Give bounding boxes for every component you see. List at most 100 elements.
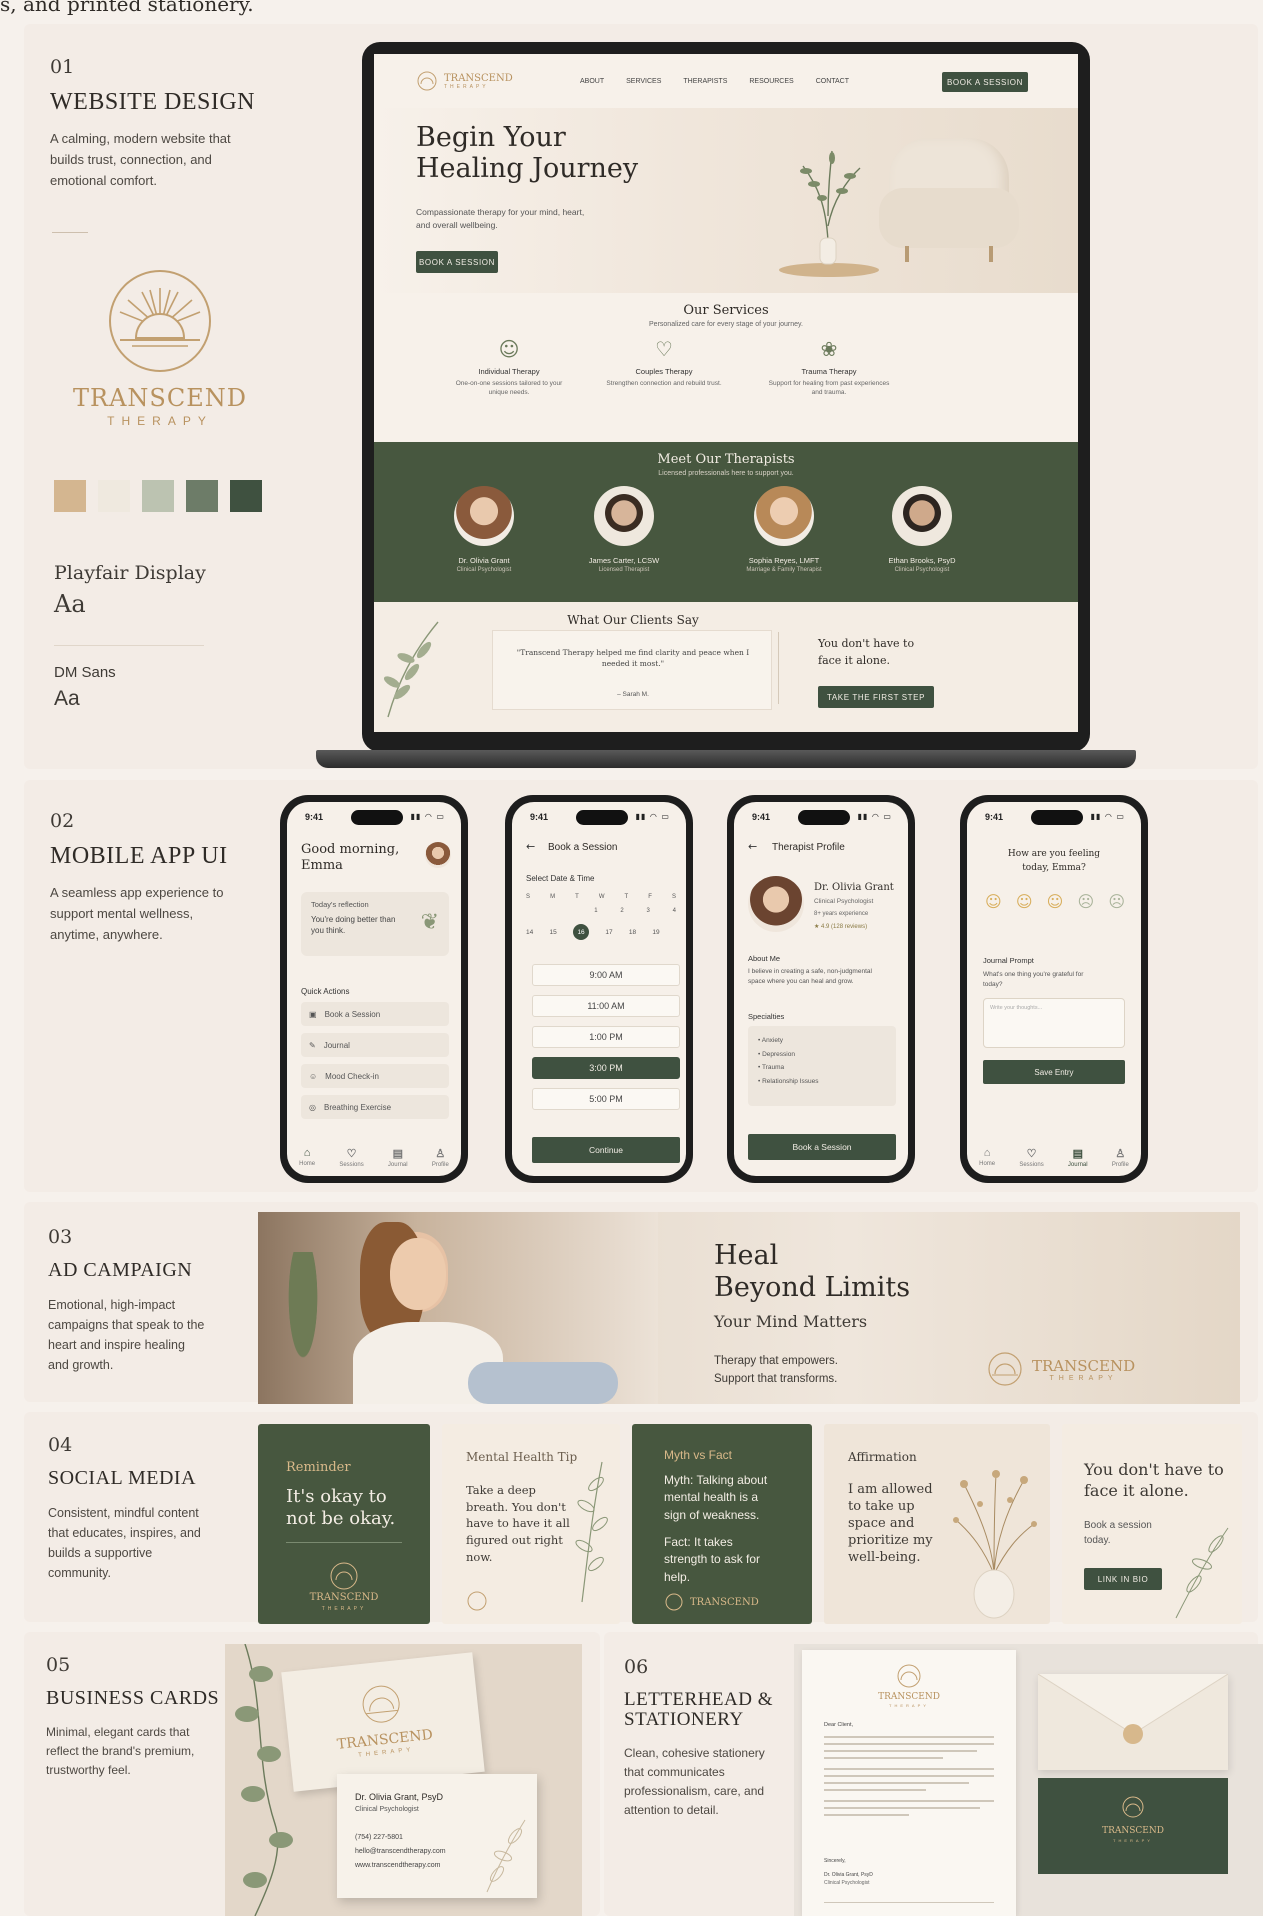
avatar[interactable] bbox=[425, 842, 451, 868]
therapist-card[interactable]: James Carter, LCSW Licensed Therapist bbox=[564, 486, 684, 573]
sun-logo-icon bbox=[330, 1562, 358, 1590]
letter-signoff: Sincerely, bbox=[824, 1858, 846, 1864]
section-number: 02 bbox=[50, 810, 75, 832]
nav-therapists[interactable]: THERAPISTS bbox=[683, 78, 727, 85]
date-cell[interactable]: 14 bbox=[526, 929, 533, 936]
home-icon: ⌂ bbox=[303, 1147, 311, 1159]
phone-journal: 9:41 ▮▮ ◠ ▭ How are you feeling today, E… bbox=[960, 795, 1148, 1183]
font-name: Playfair Display bbox=[54, 562, 206, 584]
post-text: Take a deep breath. You don't have to ha… bbox=[466, 1483, 570, 1564]
therapist-card[interactable]: Dr. Olivia Grant Clinical Psychologist bbox=[424, 486, 544, 573]
greeting-line-2: Emma bbox=[301, 857, 343, 873]
calendar-icon: ▣ bbox=[309, 1009, 317, 1019]
service-couples[interactable]: ♡ Couples Therapy Strengthen connection … bbox=[604, 337, 724, 388]
book-session-button[interactable]: Book a Session bbox=[748, 1134, 896, 1160]
nav-contact[interactable]: CONTACT bbox=[816, 78, 849, 85]
date-cell-selected[interactable]: 16 bbox=[573, 924, 590, 940]
time-slot[interactable]: 1:00 PM bbox=[532, 1026, 680, 1048]
link-in-bio-button[interactable]: LINK IN BIO bbox=[1084, 1568, 1162, 1590]
nav-home[interactable]: ⌂ Home bbox=[979, 1147, 995, 1168]
action-book-session[interactable]: ▣ Book a Session bbox=[301, 1002, 449, 1026]
mood-great-icon[interactable]: ☺ bbox=[985, 892, 1002, 911]
mood-low-icon[interactable]: ☹ bbox=[1077, 892, 1094, 911]
action-breathing[interactable]: ◎ Breathing Exercise bbox=[301, 1095, 449, 1119]
nav-label: Journal bbox=[387, 1162, 408, 1168]
bottom-nav: ⌂ Home ♡ Sessions ▤ Journal ♙ Profile bbox=[287, 1147, 461, 1168]
nav-journal[interactable]: ▤ Journal bbox=[388, 1147, 408, 1168]
nav-book-button[interactable]: BOOK A SESSION bbox=[942, 72, 1028, 92]
post-text: I am allowed to take up space and priori… bbox=[848, 1482, 933, 1565]
nav-resources[interactable]: RESOURCES bbox=[749, 78, 793, 85]
save-entry-button[interactable]: Save Entry bbox=[983, 1060, 1125, 1084]
back-arrow-icon[interactable]: ← bbox=[526, 840, 535, 853]
lotus-icon: ❀ bbox=[820, 337, 838, 361]
time-slot[interactable]: 9:00 AM bbox=[532, 964, 680, 986]
date-cell[interactable]: 18 bbox=[629, 929, 636, 936]
nav-services[interactable]: SERVICES bbox=[626, 78, 661, 85]
section-description: Emotional, high-impact campaigns that sp… bbox=[48, 1298, 205, 1372]
continue-button[interactable]: Continue bbox=[532, 1137, 680, 1163]
nav-home[interactable]: ⌂ Home bbox=[299, 1147, 315, 1168]
dried-flowers-vase-icon bbox=[953, 1470, 1037, 1619]
first-step-button[interactable]: TAKE THE FIRST STEP bbox=[818, 686, 934, 708]
service-trauma[interactable]: ❀ Trauma Therapy Support for healing fro… bbox=[764, 337, 894, 397]
greeting-line-1: Good morning, bbox=[301, 842, 400, 857]
mood-good-icon[interactable]: ☺ bbox=[1016, 892, 1033, 911]
font-sample: Aa bbox=[54, 590, 86, 618]
service-individual[interactable]: ☺ Individual Therapy One-on-one sessions… bbox=[449, 337, 569, 397]
signal-icon: ▮▮ ◠ ▭ bbox=[857, 812, 892, 821]
back-arrow-icon[interactable]: ← bbox=[748, 840, 757, 853]
nav-profile[interactable]: ♙ Profile bbox=[1112, 1147, 1129, 1168]
time-slot[interactable]: 5:00 PM bbox=[532, 1088, 680, 1110]
action-journal[interactable]: ✎ Journal bbox=[301, 1033, 449, 1057]
date-cell[interactable]: 3 bbox=[647, 908, 650, 914]
avatar bbox=[754, 486, 814, 546]
therapist-role: Clinical Psychologist bbox=[814, 898, 874, 905]
nav-label: Profile bbox=[431, 1162, 449, 1168]
date-cell[interactable]: 2 bbox=[620, 908, 623, 914]
therapist-role: Clinical Psychologist bbox=[456, 567, 512, 573]
person-icon: ♙ bbox=[1115, 1148, 1126, 1160]
therapist-card[interactable]: Sophia Reyes, LMFT Marriage & Family The… bbox=[719, 486, 849, 573]
date-cell[interactable]: 17 bbox=[605, 929, 612, 936]
journal-input[interactable]: Write your thoughts... bbox=[983, 998, 1125, 1048]
phone-screen: 9:41 ▮▮ ◠ ▭ ← Book a Session Select Date… bbox=[512, 802, 686, 1176]
pencil-icon: ✎ bbox=[309, 1040, 316, 1050]
divider bbox=[54, 645, 204, 646]
action-mood-checkin[interactable]: ☺ Mood Check-in bbox=[301, 1064, 449, 1088]
reflection-card[interactable]: Today's reflection You're doing better t… bbox=[301, 892, 449, 956]
status-time: 9:41 bbox=[985, 812, 1004, 822]
envelope-flap-icon bbox=[1037, 1673, 1229, 1744]
nav-about[interactable]: ABOUT bbox=[580, 78, 604, 85]
site-logo[interactable]: TRANSCEND THERAPY bbox=[416, 70, 513, 92]
date-cell[interactable]: 1 bbox=[594, 908, 597, 914]
calendar-week-2: 14 15 16 17 18 19 bbox=[526, 924, 676, 940]
mood-sad-icon[interactable]: ☹ bbox=[1108, 892, 1125, 911]
hero-book-button[interactable]: BOOK A SESSION bbox=[416, 251, 498, 273]
post-title: You don't have to face it alone. bbox=[1084, 1460, 1224, 1500]
time-slot[interactable]: 11:00 AM bbox=[532, 995, 680, 1017]
date-cell[interactable]: 15 bbox=[550, 929, 557, 936]
sun-logo-icon bbox=[665, 1593, 683, 1611]
business-card-front: TRANSCEND THERAPY bbox=[281, 1652, 485, 1792]
time-slot-selected[interactable]: 3:00 PM bbox=[532, 1057, 680, 1079]
therapist-card[interactable]: Ethan Brooks, PsyD Clinical Psychologist bbox=[862, 486, 982, 573]
social-post-tip: Mental Health Tip Take a deep breath. Yo… bbox=[442, 1424, 620, 1624]
date-cell[interactable]: 19 bbox=[652, 929, 659, 936]
heart-head-icon: ☺ bbox=[498, 337, 520, 361]
nav-profile[interactable]: ♙ Profile bbox=[432, 1147, 449, 1168]
palette-swatch-1 bbox=[54, 480, 86, 512]
specialty-item: • Anxiety bbox=[758, 1037, 784, 1044]
nav-journal[interactable]: ▤ Journal bbox=[1068, 1147, 1088, 1168]
service-name: Couples Therapy bbox=[635, 367, 693, 376]
day-label: S bbox=[526, 894, 531, 900]
mood-ok-icon[interactable]: ☺ bbox=[1047, 892, 1064, 911]
person-icon: ♙ bbox=[435, 1148, 446, 1160]
leaf-branch-icon bbox=[383, 621, 439, 718]
action-label: Mood Check-in bbox=[325, 1071, 379, 1081]
nav-sessions[interactable]: ♡ Sessions bbox=[339, 1147, 363, 1168]
nav-sessions[interactable]: ♡ Sessions bbox=[1019, 1147, 1043, 1168]
date-cell[interactable]: 4 bbox=[673, 908, 676, 914]
woman-photo bbox=[258, 1212, 658, 1404]
closing-line-2: face it alone. bbox=[818, 653, 891, 667]
